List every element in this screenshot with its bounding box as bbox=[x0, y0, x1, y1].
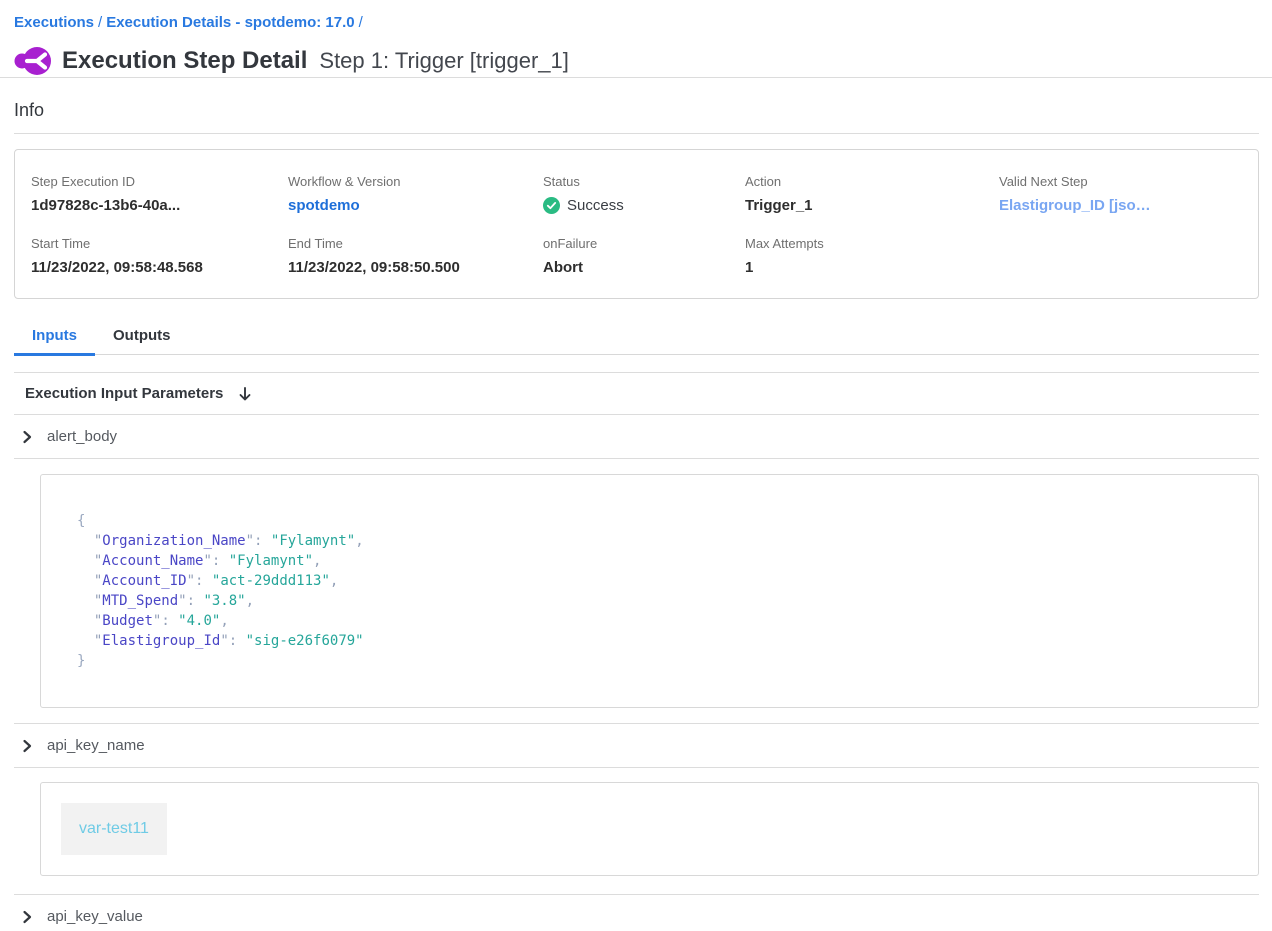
arrow-down-icon[interactable] bbox=[237, 386, 253, 402]
field-end-time: End Time 11/23/2022, 09:58:50.500 bbox=[288, 236, 543, 276]
breadcrumb-link-execution-details[interactable]: Execution Details - spotdemo: 17.0 bbox=[106, 14, 354, 31]
status-badge: Success bbox=[567, 197, 624, 214]
field-value: Abort bbox=[543, 259, 745, 276]
section-row-api-key-value[interactable]: api_key_value bbox=[0, 895, 1272, 931]
section-label: alert_body bbox=[47, 428, 117, 445]
field-label: onFailure bbox=[543, 236, 745, 251]
execution-input-parameters-label: Execution Input Parameters bbox=[25, 385, 223, 402]
field-label: Action bbox=[745, 174, 999, 189]
field-label: Step Execution ID bbox=[31, 174, 288, 189]
field-value: 1d97828c-13b6-40a... bbox=[31, 197, 288, 214]
execution-input-parameters-header: Execution Input Parameters bbox=[0, 373, 1272, 414]
execution-step-detail-page: Executions/Execution Details - spotdemo:… bbox=[0, 0, 1272, 931]
field-label: Max Attempts bbox=[745, 236, 999, 251]
field-label: Valid Next Step bbox=[999, 174, 1242, 189]
field-action: Action Trigger_1 bbox=[745, 174, 999, 214]
json-code: { "Organization_Name": "Fylamynt", "Acco… bbox=[77, 511, 1222, 671]
breadcrumb-separator: / bbox=[355, 14, 367, 31]
workflow-link[interactable]: spotdemo bbox=[288, 197, 543, 214]
field-label: Start Time bbox=[31, 236, 288, 251]
field-workflow-version: Workflow & Version spotdemo bbox=[288, 174, 543, 214]
field-label: Workflow & Version bbox=[288, 174, 543, 189]
field-value: 11/23/2022, 09:58:48.568 bbox=[31, 259, 288, 276]
field-value: 1 bbox=[745, 259, 999, 276]
section-row-api-key-name[interactable]: api_key_name bbox=[0, 724, 1272, 767]
tab-outputs[interactable]: Outputs bbox=[95, 321, 189, 354]
breadcrumb-link-executions[interactable]: Executions bbox=[14, 14, 94, 31]
section-divider bbox=[14, 458, 1259, 459]
api-key-name-card: var-test11 bbox=[40, 782, 1259, 876]
info-card: Step Execution ID 1d97828c-13b6-40a... W… bbox=[14, 149, 1259, 299]
info-divider bbox=[14, 133, 1259, 134]
breadcrumb: Executions/Execution Details - spotdemo:… bbox=[0, 0, 1272, 31]
page-subtitle: Step 1: Trigger [trigger_1] bbox=[319, 48, 568, 74]
alert-body-json-card: { "Organization_Name": "Fylamynt", "Acco… bbox=[40, 474, 1259, 708]
tab-inputs[interactable]: Inputs bbox=[14, 321, 95, 354]
fylamynt-logo-icon bbox=[14, 45, 52, 77]
section-divider bbox=[14, 767, 1259, 768]
field-value: 11/23/2022, 09:58:50.500 bbox=[288, 259, 543, 276]
page-title: Execution Step Detail bbox=[62, 47, 307, 75]
inputs-outputs-tabs: Inputs Outputs bbox=[14, 321, 1259, 355]
field-on-failure: onFailure Abort bbox=[543, 236, 745, 276]
field-start-time: Start Time 11/23/2022, 09:58:48.568 bbox=[31, 236, 288, 276]
section-label: api_key_name bbox=[47, 737, 145, 754]
field-max-attempts: Max Attempts 1 bbox=[745, 236, 999, 276]
info-section-heading: Info bbox=[0, 78, 1272, 133]
chevron-right-icon bbox=[20, 739, 34, 753]
api-key-name-value: var-test11 bbox=[61, 803, 167, 855]
field-value: Trigger_1 bbox=[745, 197, 999, 214]
breadcrumb-separator: / bbox=[94, 14, 106, 31]
field-label: Status bbox=[543, 174, 745, 189]
next-step-link[interactable]: Elastigroup_ID [jso… bbox=[999, 197, 1242, 214]
chevron-right-icon bbox=[20, 430, 34, 444]
field-valid-next-step: Valid Next Step Elastigroup_ID [jso… bbox=[999, 174, 1242, 214]
section-label: api_key_value bbox=[47, 908, 143, 925]
field-step-execution-id: Step Execution ID 1d97828c-13b6-40a... bbox=[31, 174, 288, 214]
field-status: Status Success bbox=[543, 174, 745, 214]
chevron-right-icon bbox=[20, 910, 34, 924]
page-title-row: Execution Step Detail Step 1: Trigger [t… bbox=[0, 31, 1272, 77]
field-label: End Time bbox=[288, 236, 543, 251]
section-row-alert-body[interactable]: alert_body bbox=[0, 415, 1272, 458]
success-check-icon bbox=[543, 197, 560, 214]
